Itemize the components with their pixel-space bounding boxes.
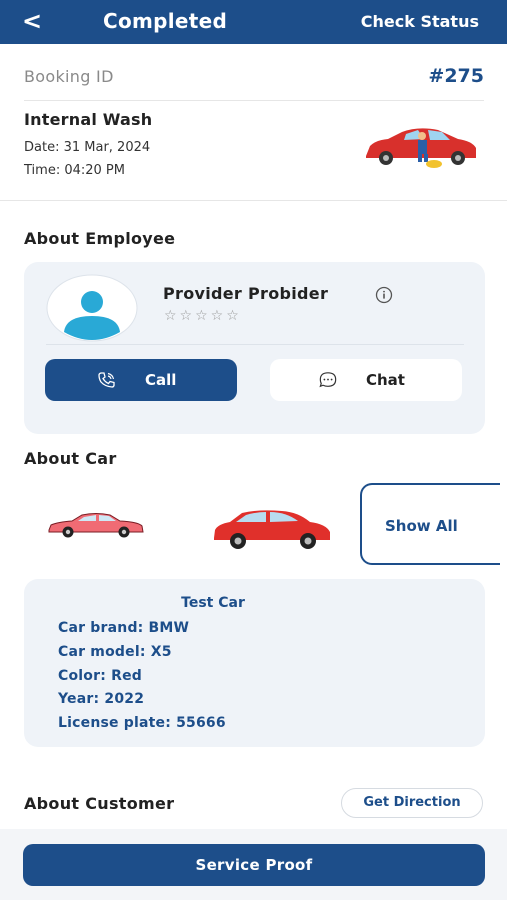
car-hatchback-image[interactable] <box>210 508 334 552</box>
employee-card: Provider Probider ☆☆☆☆☆ Call Chat <box>24 262 485 434</box>
service-proof-button[interactable]: Service Proof <box>23 844 485 886</box>
service-name: Internal Wash <box>24 110 153 129</box>
rating-stars: ☆☆☆☆☆ <box>164 308 242 324</box>
back-chevron-icon[interactable]: < <box>22 7 42 35</box>
car-sedan-image[interactable] <box>46 510 146 542</box>
chat-bubble-icon <box>319 372 337 388</box>
booking-id-label: Booking ID <box>24 67 114 86</box>
app-header: < Completed Check Status <box>0 0 507 44</box>
chat-button[interactable]: Chat <box>270 359 462 401</box>
car-color: Color: Red <box>58 668 142 684</box>
service-date: Date: 31 Mar, 2024 <box>24 140 151 155</box>
page-title: Completed <box>103 9 228 33</box>
call-button[interactable]: Call <box>45 359 237 401</box>
service-time: Time: 04:20 PM <box>24 163 125 178</box>
get-direction-button[interactable]: Get Direction <box>341 788 483 818</box>
about-customer-title: About Customer <box>24 794 175 813</box>
about-car-title: About Car <box>24 449 117 468</box>
phone-icon <box>98 372 115 388</box>
info-icon[interactable] <box>375 286 393 304</box>
show-all-button[interactable]: Show All <box>360 483 500 565</box>
call-label: Call <box>145 371 177 389</box>
section-divider <box>0 200 507 201</box>
avatar <box>46 274 138 342</box>
about-employee-title: About Employee <box>24 229 176 248</box>
car-details-card: Test Car Car brand: BMW Car model: X5 Co… <box>24 579 485 747</box>
booking-id-row: Booking ID #275 <box>24 65 484 90</box>
car-license-plate: License plate: 55666 <box>58 715 226 731</box>
car-brand: Car brand: BMW <box>58 620 190 636</box>
chat-label: Chat <box>366 371 405 389</box>
divider <box>24 100 484 101</box>
card-divider <box>46 344 464 345</box>
show-all-label: Show All <box>385 517 458 535</box>
booking-id-value: #275 <box>428 65 484 87</box>
car-model: Car model: X5 <box>58 644 172 660</box>
car-wash-illustration-icon <box>366 128 476 168</box>
car-details-title: Test Car <box>181 595 245 611</box>
provider-name: Provider Probider <box>163 284 329 303</box>
check-status-button[interactable]: Check Status <box>361 12 479 31</box>
car-year: Year: 2022 <box>58 691 145 707</box>
